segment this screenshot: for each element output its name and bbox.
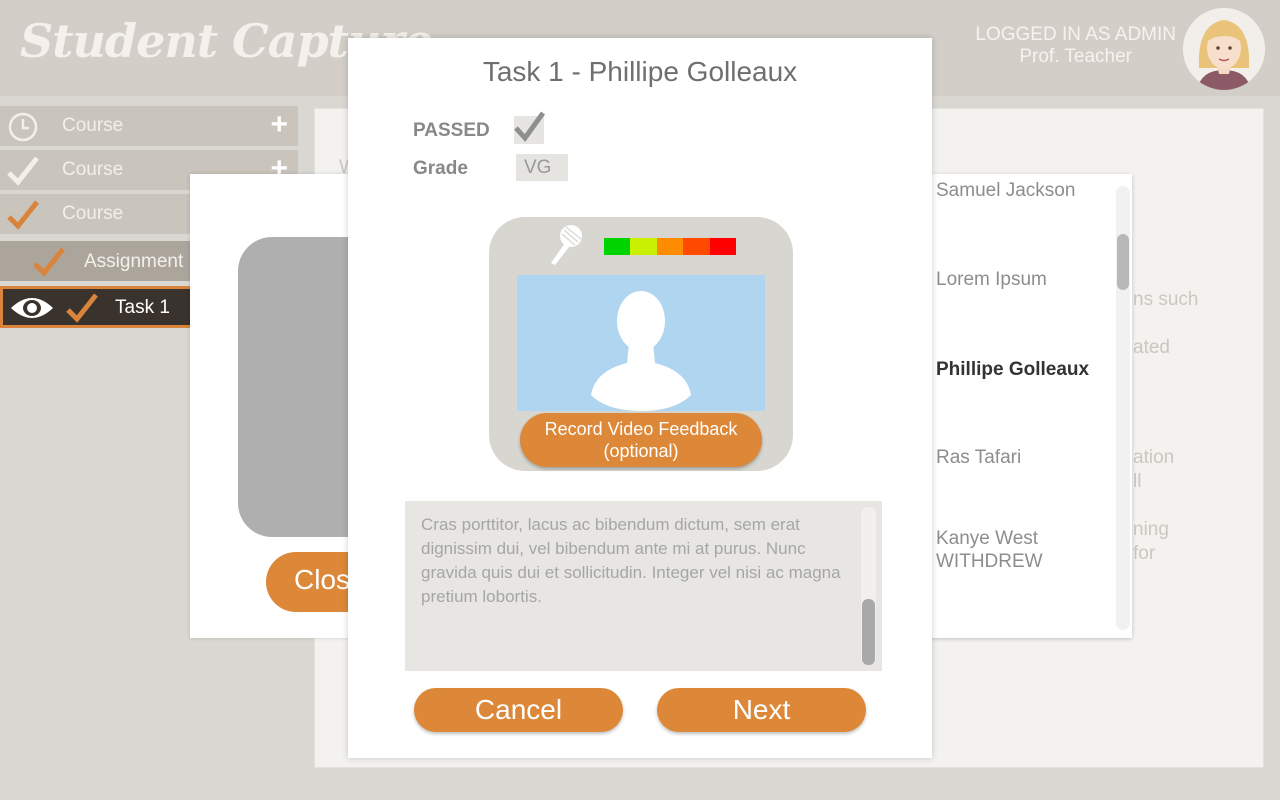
passed-checkbox[interactable] <box>514 111 546 144</box>
sidebar-item-label: Course <box>62 115 124 136</box>
check-icon <box>33 247 65 277</box>
obscured-text: for <box>1133 543 1156 564</box>
task-grading-dialog: Task 1 - Phillipe Golleaux PASSED Grade … <box>348 38 932 758</box>
sidebar-item-course-1[interactable]: Course + <box>0 106 298 146</box>
user-avatar[interactable] <box>1183 8 1265 90</box>
sidebar-item-label: Course <box>62 159 124 180</box>
background-modal: Close <box>190 174 466 638</box>
dialog-title: Task 1 - Phillipe Golleaux <box>482 56 798 87</box>
login-user-name: Prof. Teacher <box>1019 46 1133 67</box>
obscured-text: ll <box>1133 471 1142 492</box>
grade-field[interactable]: VG <box>516 154 568 181</box>
cancel-button[interactable]: Cancel <box>414 688 623 732</box>
student-status: WITHDREW <box>936 551 1043 572</box>
record-button-sublabel: (optional) <box>603 441 679 461</box>
feedback-scroll-thumb[interactable] <box>862 599 875 665</box>
eye-icon[interactable] <box>9 294 55 322</box>
sidebar-item-label: Course <box>62 203 124 224</box>
obscured-text: ns such <box>1133 289 1199 310</box>
student-item[interactable]: Kanye West WITHDREW <box>936 527 1043 573</box>
student-item[interactable]: Samuel Jackson <box>936 179 1075 202</box>
login-role-text: LOGGED IN AS ADMIN <box>975 24 1176 45</box>
audio-level-meter <box>604 238 737 255</box>
video-recorder: Record Video Feedback (optional) <box>489 217 793 471</box>
person-silhouette-icon <box>591 291 691 411</box>
passed-label: PASSED <box>413 120 490 141</box>
obscured-text: ated <box>1133 337 1170 358</box>
student-item-selected[interactable]: Phillipe Golleaux <box>936 358 1089 381</box>
student-item[interactable]: Lorem Ipsum <box>936 268 1047 291</box>
check-icon <box>514 111 546 142</box>
obscured-text: ning <box>1133 519 1169 540</box>
student-list-scroll-thumb[interactable] <box>1117 234 1129 290</box>
feedback-text: Cras porttitor, lacus ac bibendum dictum… <box>421 515 841 606</box>
next-button[interactable]: Next <box>657 688 866 732</box>
record-button-label: Record Video Feedback <box>544 419 738 439</box>
record-video-feedback-button[interactable]: Record Video Feedback (optional) <box>520 413 762 467</box>
student-item[interactable]: Ras Tafari <box>936 446 1021 469</box>
sidebar-item-label: Assignment <box>84 251 184 272</box>
obscured-text: ation <box>1133 447 1175 468</box>
video-preview <box>517 275 765 411</box>
microphone-icon[interactable] <box>545 223 585 265</box>
add-icon[interactable]: + <box>270 110 288 140</box>
check-icon <box>66 293 98 323</box>
check-icon <box>7 156 39 186</box>
student-name: Kanye West <box>936 528 1039 549</box>
grade-label: Grade <box>413 158 468 179</box>
login-status: LOGGED IN AS ADMIN Prof. Teacher <box>975 24 1176 68</box>
clock-icon <box>8 112 38 142</box>
feedback-textarea[interactable]: Cras porttitor, lacus ac bibendum dictum… <box>405 501 882 671</box>
student-list: Samuel Jackson Lorem Ipsum Phillipe Goll… <box>930 174 1132 638</box>
check-icon <box>7 200 39 230</box>
avatar-illustration <box>1183 8 1265 90</box>
sidebar-item-label: Task 1 <box>115 297 170 318</box>
